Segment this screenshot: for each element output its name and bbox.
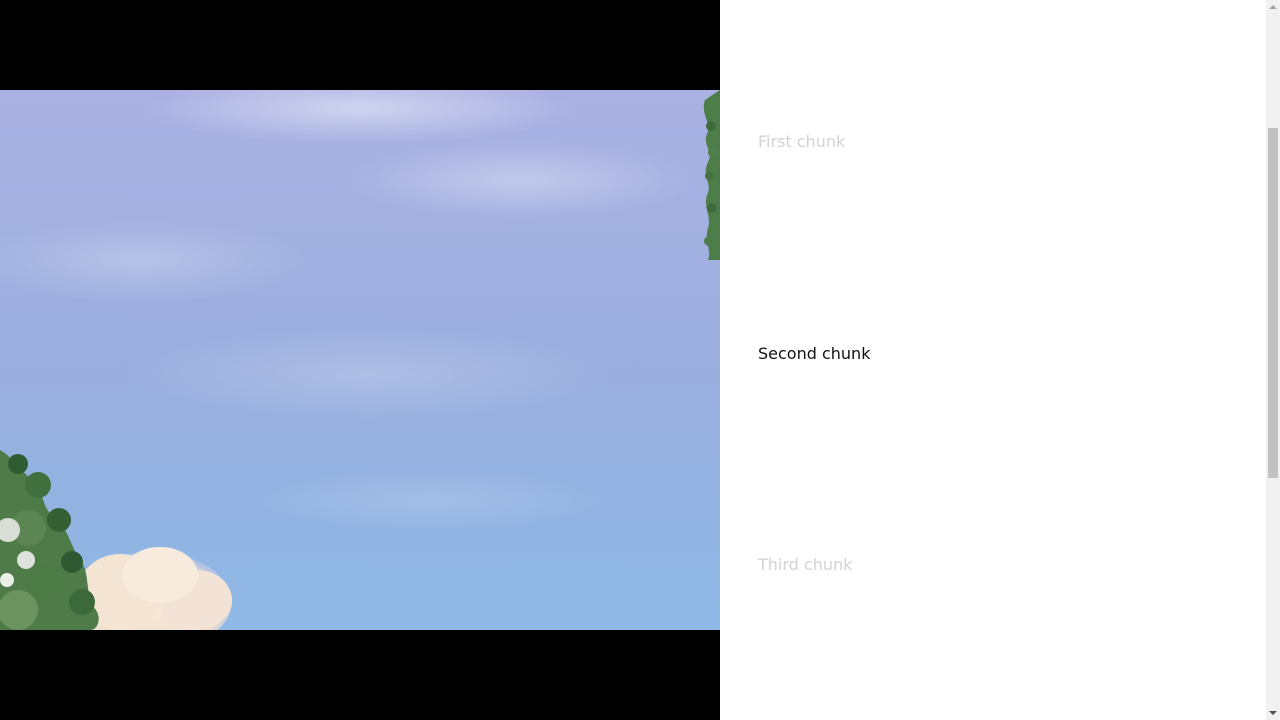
chunk-third[interactable]: Third chunk (758, 555, 852, 575)
vertical-scrollbar[interactable] (1266, 0, 1280, 720)
scroll-down-arrow-icon[interactable] (1269, 711, 1277, 715)
video-player[interactable] (0, 0, 720, 720)
transcript-panel: First chunk Second chunk Third chunk (720, 0, 1266, 720)
page-root: First chunk Second chunk Third chunk (0, 0, 1280, 720)
video-frame-icon (0, 90, 720, 630)
chunk-first[interactable]: First chunk (758, 132, 845, 152)
scrollbar-thumb[interactable] (1268, 128, 1278, 478)
video-frame[interactable] (0, 90, 720, 630)
scroll-up-arrow-icon[interactable] (1269, 5, 1277, 9)
chunk-second[interactable]: Second chunk (758, 344, 870, 364)
